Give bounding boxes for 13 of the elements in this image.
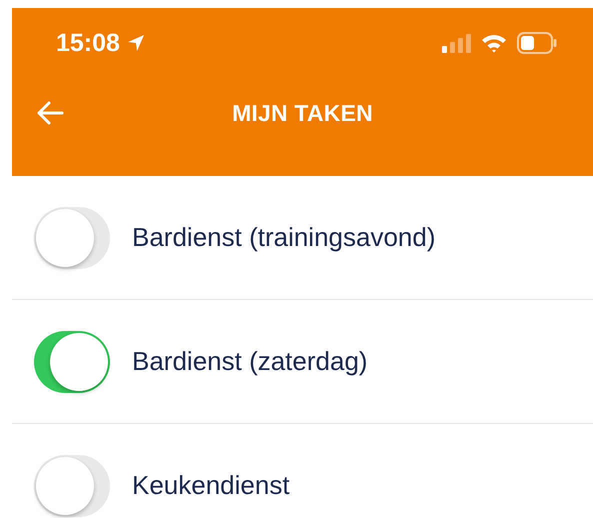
signal-icon: [441, 33, 471, 53]
toggle-switch[interactable]: [34, 454, 110, 516]
back-button[interactable]: [36, 100, 64, 126]
battery-icon: [517, 32, 557, 54]
task-label: Bardienst (trainingsavond): [132, 222, 436, 253]
location-arrow-icon: [126, 33, 146, 53]
toggle-switch[interactable]: [34, 330, 110, 392]
task-label: Keukendienst: [132, 470, 290, 501]
page-title: MIJN TAKEN: [232, 100, 373, 126]
toggle-switch[interactable]: [34, 206, 110, 268]
wifi-icon: [481, 33, 507, 53]
status-time: 15:08: [56, 28, 120, 58]
task-label: Bardienst (zaterdag): [132, 346, 368, 377]
